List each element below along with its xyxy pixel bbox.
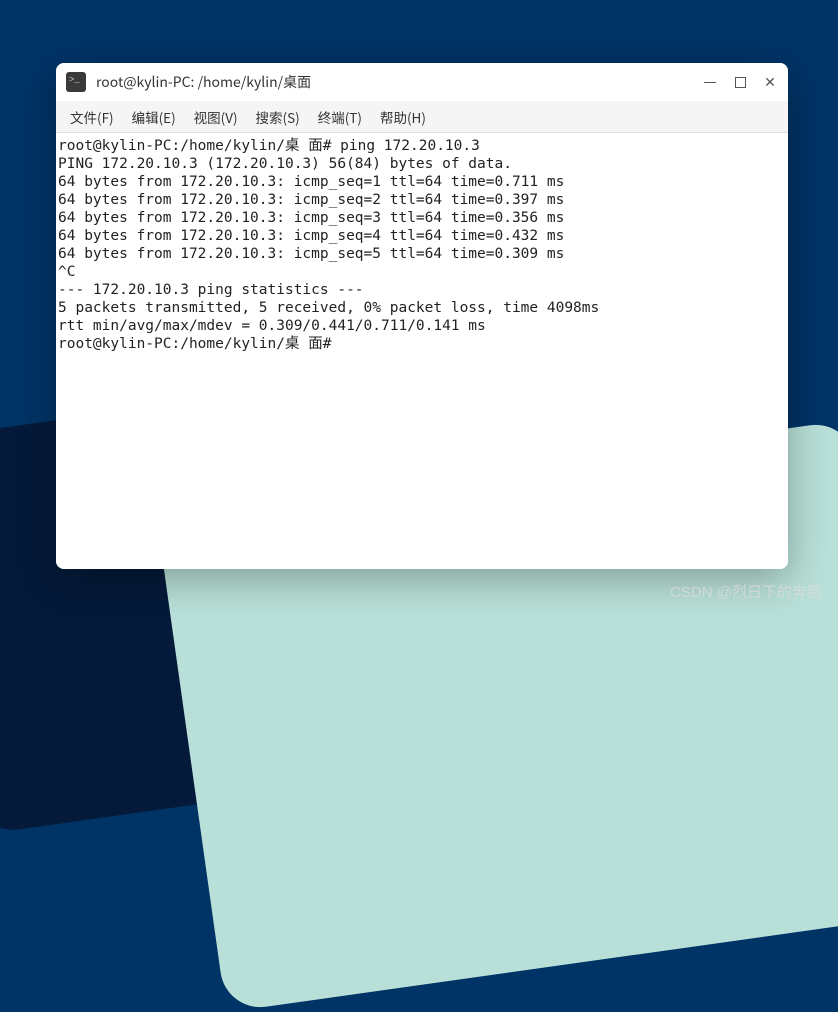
- titlebar[interactable]: root@kylin-PC: /home/kylin/桌面 ✕: [56, 63, 788, 101]
- terminal-window: root@kylin-PC: /home/kylin/桌面 ✕ 文件(F) 编辑…: [56, 63, 788, 569]
- menu-view[interactable]: 视图(V): [186, 103, 246, 131]
- terminal-app-icon: [66, 72, 86, 92]
- menu-file[interactable]: 文件(F): [62, 103, 122, 131]
- menu-terminal[interactable]: 终端(T): [310, 103, 370, 131]
- watermark: CSDN @烈日下的奔跑: [670, 581, 822, 602]
- maximize-icon: [735, 77, 746, 88]
- menu-search[interactable]: 搜索(S): [248, 103, 308, 131]
- window-title: root@kylin-PC: /home/kylin/桌面: [96, 72, 702, 92]
- maximize-button[interactable]: [732, 74, 748, 90]
- menubar: 文件(F) 编辑(E) 视图(V) 搜索(S) 终端(T) 帮助(H): [56, 101, 788, 133]
- window-controls: ✕: [702, 74, 778, 90]
- close-button[interactable]: ✕: [762, 74, 778, 90]
- terminal-output[interactable]: root@kylin-PC:/home/kylin/桌 面# ping 172.…: [56, 133, 788, 569]
- menu-help[interactable]: 帮助(H): [372, 103, 434, 131]
- close-icon: ✕: [764, 75, 776, 89]
- menu-edit[interactable]: 编辑(E): [124, 103, 184, 131]
- minimize-icon: [704, 82, 716, 83]
- minimize-button[interactable]: [702, 74, 718, 90]
